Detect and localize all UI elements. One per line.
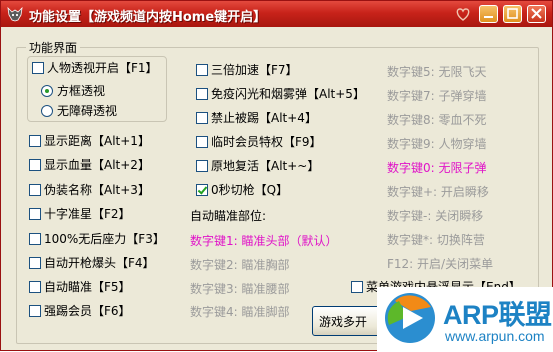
hotkey-9-text: 数字键9: 人物穿墙 (387, 137, 487, 151)
esp-checkbox[interactable] (32, 61, 44, 74)
temp-member-label: 临时会员特权【F9】 (211, 135, 322, 149)
no-recoil-checkbox[interactable] (29, 232, 41, 245)
maximize-button[interactable] (503, 5, 522, 23)
window-title: 功能设置【游戏频道内按Home键开启】 (29, 10, 267, 25)
hotkey-minus-text: 数字键-: 关闭瞬移 (387, 209, 484, 223)
group-title: 功能界面 (26, 39, 81, 56)
hotkey-star-text: 数字键*: 切换阵营 (387, 233, 485, 247)
noobstacle-esp-radio[interactable] (41, 104, 53, 117)
distance-checkbox[interactable] (29, 134, 41, 147)
auto-aim-toggle[interactable]: 自动瞄准【F5】 (29, 278, 131, 295)
noobstacle-esp-label: 无障碍透视 (57, 104, 118, 118)
arp-url-text: www.arpun.com (445, 328, 545, 344)
no-kick-label: 禁止被踢【Alt+4】 (211, 111, 317, 125)
heart-icon[interactable] (454, 5, 472, 23)
kick-member-toggle[interactable]: 强踢会员【F6】 (29, 302, 131, 319)
minimize-button[interactable] (479, 5, 498, 23)
disguise-toggle[interactable]: 伪装名称【Alt+3】 (29, 181, 150, 198)
no-recoil-label: 100%无后座力【F3】 (44, 232, 165, 246)
multi-instance-button[interactable]: 游戏多开 (312, 306, 384, 336)
hp-toggle[interactable]: 显示血量【Alt+2】 (29, 156, 150, 173)
no-flash-checkbox[interactable] (196, 87, 208, 100)
aim-feet-option: 数字键4: 瞄准脚部 (190, 305, 290, 319)
auto-aim-checkbox[interactable] (29, 280, 41, 293)
esp-toggle[interactable]: 人物透视开启【F1】 (32, 59, 158, 76)
crosshair-label: 十字准星【F2】 (44, 207, 131, 221)
hotkey-5-text: 数字键5: 无限飞天 (387, 65, 487, 79)
aim-head-option: 数字键1: 瞄准头部（默认） (190, 234, 338, 248)
box-esp-radio[interactable] (41, 84, 53, 97)
temp-member-checkbox[interactable] (196, 135, 208, 148)
minimize-icon (484, 16, 493, 18)
quick-switch-toggle[interactable]: 0秒切枪【Q】 (196, 181, 288, 198)
aim-position-label: 自动瞄准部位: (190, 209, 267, 223)
kick-member-label: 强踢会员【F6】 (44, 304, 131, 318)
aim-waist-option: 数字键3: 瞄准腰部 (190, 282, 290, 296)
temp-member-toggle[interactable]: 临时会员特权【F9】 (196, 133, 322, 150)
no-flash-toggle[interactable]: 免疫闪光和烟雾弹【Alt+5】 (196, 85, 365, 102)
quick-switch-checkbox[interactable] (196, 183, 208, 196)
disguise-checkbox[interactable] (29, 183, 41, 196)
auto-headshot-toggle[interactable]: 自动开枪爆头【F4】 (29, 254, 155, 271)
revive-label: 原地复活【Alt+~】 (211, 159, 320, 173)
revive-toggle[interactable]: 原地复活【Alt+~】 (196, 157, 319, 174)
maximize-icon (507, 8, 518, 19)
hotkey-7-text: 数字键7: 子弹穿墙 (387, 89, 487, 103)
hp-label: 显示血量【Alt+2】 (44, 158, 150, 172)
title-bar[interactable]: 功能设置【游戏频道内按Home键开启】 (1, 1, 552, 27)
no-kick-toggle[interactable]: 禁止被踢【Alt+4】 (196, 109, 317, 126)
no-flash-label: 免疫闪光和烟雾弹【Alt+5】 (211, 87, 365, 101)
arp-watermark: ARP联盟 www.arpun.com (377, 287, 553, 352)
arp-logo-icon (384, 293, 436, 343)
speed-checkbox[interactable] (196, 63, 208, 76)
distance-toggle[interactable]: 显示距离【Alt+1】 (29, 132, 150, 149)
esp-label: 人物透视开启【F1】 (47, 61, 158, 75)
auto-aim-label: 自动瞄准【F5】 (44, 280, 131, 294)
distance-label: 显示距离【Alt+1】 (44, 134, 150, 148)
hotkey-plus-text: 数字键+: 开启瞬移 (387, 185, 489, 199)
box-esp-label: 方框透视 (57, 84, 106, 98)
crosshair-checkbox[interactable] (29, 207, 41, 220)
close-icon (531, 8, 542, 19)
speed-toggle[interactable]: 三倍加速【F7】 (196, 61, 298, 78)
revive-checkbox[interactable] (196, 159, 208, 172)
overlay-checkbox[interactable] (351, 280, 363, 293)
speed-label: 三倍加速【F7】 (211, 63, 298, 77)
auto-headshot-checkbox[interactable] (29, 256, 41, 269)
crosshair-toggle[interactable]: 十字准星【F2】 (29, 205, 131, 222)
settings-window: 功能设置【游戏频道内按Home键开启】 功能界面 人物透视开启【F1】 方框透视… (0, 0, 553, 352)
quick-switch-label: 0秒切枪【Q】 (211, 183, 289, 197)
close-button[interactable] (527, 5, 546, 23)
box-esp-option[interactable]: 方框透视 (41, 82, 105, 99)
hotkey-0-text: 数字键0: 无限子弹 (387, 161, 487, 175)
hotkey-8-text: 数字键8: 零血不死 (387, 113, 487, 127)
arp-brand-text: ARP联盟 (443, 300, 552, 330)
noobstacle-esp-option[interactable]: 无障碍透视 (41, 102, 117, 119)
kick-member-checkbox[interactable] (29, 304, 41, 317)
wolf-logo-icon (7, 6, 23, 22)
no-kick-checkbox[interactable] (196, 111, 208, 124)
aim-chest-option: 数字键2: 瞄准胸部 (190, 258, 290, 272)
hp-checkbox[interactable] (29, 158, 41, 171)
auto-headshot-label: 自动开枪爆头【F4】 (44, 256, 155, 270)
hotkey-f12-text: F12: 开启/关闭菜单 (387, 257, 494, 271)
no-recoil-toggle[interactable]: 100%无后座力【F3】 (29, 230, 165, 247)
disguise-label: 伪装名称【Alt+3】 (44, 183, 150, 197)
